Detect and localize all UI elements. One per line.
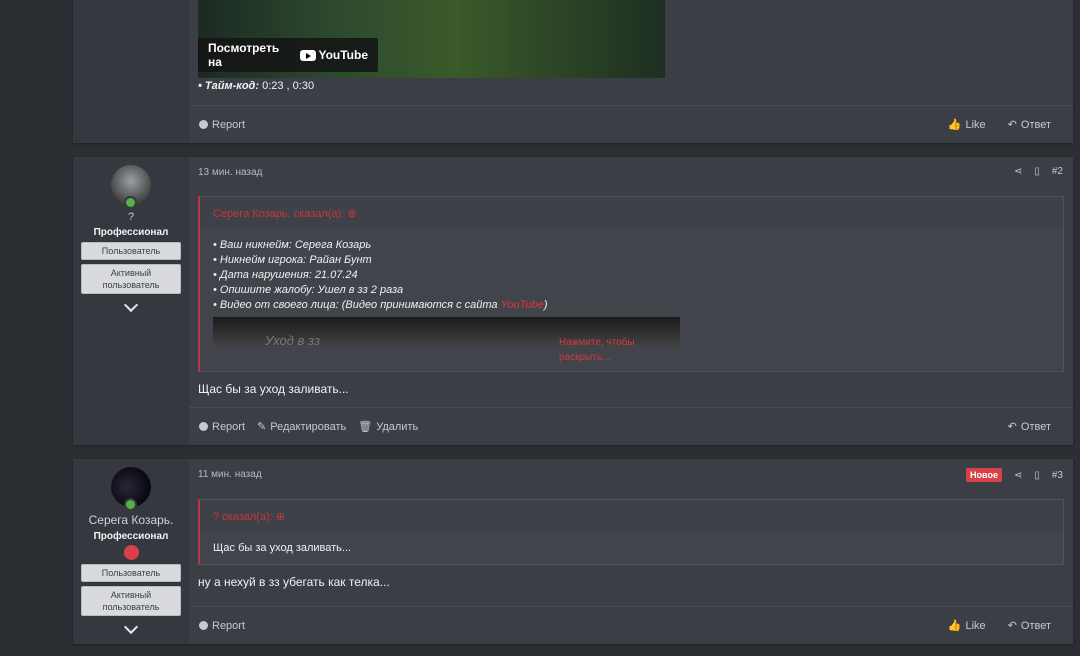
- chevron-down-icon[interactable]: [123, 619, 139, 635]
- report-icon: [199, 621, 208, 630]
- avatar[interactable]: [111, 467, 151, 511]
- reply-button[interactable]: ↶ Ответ: [1007, 118, 1051, 132]
- expand-quote-link[interactable]: Нажмите, чтобы раскрыть...: [559, 335, 680, 365]
- post-body: ну а нехуй в зз убегать как телка...: [198, 575, 390, 589]
- quote-block: Серега Козарь. сказал(а): ⊕ • Ваш никней…: [198, 196, 1064, 372]
- like-button[interactable]: 👍 Like: [947, 118, 986, 132]
- chevron-down-icon[interactable]: [123, 297, 139, 313]
- watch-on-youtube-button[interactable]: Посмотреть на YouTube: [198, 38, 378, 72]
- report-button[interactable]: Report: [199, 119, 245, 131]
- post-time[interactable]: 11 мин. назад: [198, 469, 262, 480]
- moderator-icon: [123, 545, 139, 560]
- video-embed-preview[interactable]: Уход в зз Нажмите, чтобы раскрыть...: [213, 317, 680, 363]
- new-badge: Новое: [966, 468, 1002, 482]
- user-badge: Пользователь: [81, 564, 181, 582]
- arrow-up-icon: ⊕: [275, 511, 286, 523]
- report-icon: [199, 120, 208, 129]
- post-footer: Report ✎ Редактировать 🗑 Удалить ↶ Ответ: [189, 407, 1073, 445]
- username[interactable]: Серега Козарь.: [89, 513, 174, 527]
- delete-button[interactable]: 🗑 Удалить: [358, 420, 418, 434]
- bookmark-icon[interactable]: ▯: [1034, 470, 1040, 481]
- online-indicator: [124, 196, 137, 209]
- report-icon: [199, 422, 208, 431]
- avatar[interactable]: [111, 165, 151, 209]
- report-button[interactable]: Report: [199, 620, 245, 632]
- post-footer: Report 👍 Like ↶ Ответ: [189, 606, 1073, 644]
- share-icon[interactable]: ⋖: [1014, 470, 1022, 481]
- quote-block: ? сказал(а): ⊕ Щас бы за уход заливать..…: [198, 499, 1064, 565]
- edit-button[interactable]: ✎ Редактировать: [257, 420, 346, 434]
- user-badge: Активный пользователь: [81, 586, 181, 616]
- pencil-icon: ✎: [257, 421, 267, 433]
- post-2: ? Профессионал Пользователь Активный пол…: [73, 157, 1073, 445]
- post-footer: Report 👍 Like ↶ Ответ: [189, 105, 1073, 143]
- user-column: ? Профессионал Пользователь Активный пол…: [73, 157, 189, 445]
- post-number[interactable]: #2: [1052, 166, 1063, 177]
- post-body: Щас бы за уход заливать...: [198, 382, 349, 396]
- reply-icon: ↶: [1007, 620, 1017, 632]
- reply-icon: ↶: [1007, 119, 1017, 131]
- username[interactable]: ?: [128, 211, 134, 223]
- reply-button[interactable]: ↶ Ответ: [1007, 619, 1051, 633]
- quote-author[interactable]: Серега Козарь. сказал(а): ⊕: [200, 197, 1063, 230]
- quote-body: Щас бы за уход заливать...: [213, 542, 352, 554]
- quote-body: • Ваш никнейм: Серега Козарь • Никнейм и…: [200, 230, 1063, 363]
- user-title: Профессионал: [93, 531, 169, 542]
- post-actions: ⋖ ▯ #2: [1014, 166, 1063, 177]
- share-icon[interactable]: ⋖: [1014, 166, 1022, 177]
- youtube-link[interactable]: YouTube: [501, 299, 544, 311]
- reply-button[interactable]: ↶ Ответ: [1007, 420, 1051, 434]
- like-button[interactable]: 👍 Like: [947, 619, 986, 633]
- post-time[interactable]: 13 мин. назад: [198, 167, 262, 178]
- post-3: Серега Козарь. Профессионал Пользователь…: [73, 459, 1073, 644]
- trash-icon: 🗑: [358, 421, 373, 433]
- post-actions: Новое ⋖ ▯ #3: [966, 468, 1063, 482]
- post-main: 13 мин. назад ⋖ ▯ #2 Серега Козарь. сказ…: [189, 157, 1073, 445]
- user-column: Серега Козарь. Профессионал Пользователь…: [73, 459, 189, 644]
- report-button[interactable]: Report: [199, 421, 245, 433]
- timecode: • Тайм-код: 0:23 , 0:30: [198, 80, 315, 92]
- arrow-up-icon: ⊕: [347, 208, 357, 220]
- post-main: 11 мин. назад Новое ⋖ ▯ #3 ? сказал(а): …: [189, 459, 1073, 644]
- bookmark-icon[interactable]: ▯: [1034, 166, 1040, 177]
- reply-icon: ↶: [1007, 421, 1017, 433]
- user-badge: Пользователь: [81, 242, 181, 260]
- user-badge: Активный пользователь: [81, 264, 181, 294]
- user-column: [73, 0, 189, 143]
- thumbs-up-icon: 👍: [947, 119, 962, 131]
- user-title: Профессионал: [93, 227, 169, 238]
- play-icon: [300, 49, 317, 61]
- post-number[interactable]: #3: [1052, 470, 1063, 481]
- youtube-logo: YouTube: [300, 48, 368, 62]
- thumbs-up-icon: 👍: [947, 620, 962, 632]
- online-indicator: [124, 498, 137, 511]
- quote-author[interactable]: ? сказал(а): ⊕: [200, 500, 1063, 533]
